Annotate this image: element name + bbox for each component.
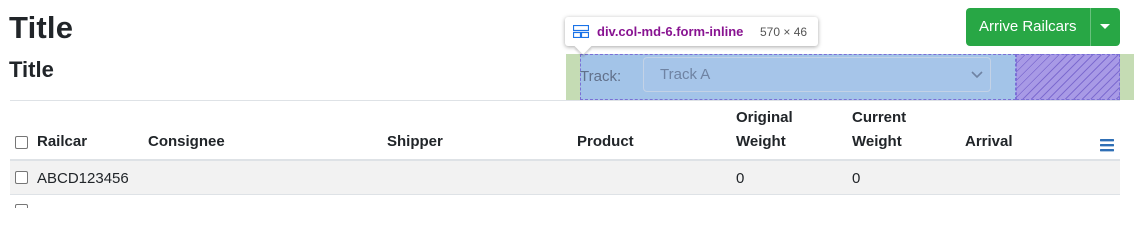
column-header-product[interactable]: Product (577, 130, 634, 154)
column-header-original-weight-line1[interactable]: Original (736, 106, 793, 130)
row-select-checkbox[interactable] (15, 171, 28, 184)
table-row-clipped[interactable] (10, 196, 1120, 208)
caret-down-icon (1100, 24, 1110, 29)
grid-icon (573, 25, 589, 38)
highlight-padding-box (1016, 54, 1120, 100)
column-header-current-weight-line2[interactable]: Weight (852, 130, 902, 154)
table-row[interactable]: ABCD123456 0 0 (10, 161, 1120, 195)
track-select[interactable]: Track A (643, 57, 991, 92)
row-select-checkbox[interactable] (15, 204, 28, 208)
select-all-checkbox[interactable] (15, 136, 28, 149)
column-header-original-weight-line2[interactable]: Weight (736, 130, 786, 154)
tooltip-arrow (574, 37, 592, 55)
column-header-arrival[interactable]: Arrival (965, 130, 1013, 154)
hamburger-menu-icon[interactable] (1099, 137, 1115, 153)
track-select-value: Track A (660, 66, 711, 83)
scrollbar[interactable] (1120, 0, 1146, 208)
tooltip-size: 570 × 46 (760, 25, 808, 39)
track-label: Track: (580, 68, 622, 85)
tooltip-selector: div.col-md-6.form-inline (597, 24, 744, 39)
cell-original-weight: 0 (736, 170, 745, 187)
chevron-down-icon (971, 71, 983, 79)
cell-railcar: ABCD123456 (37, 170, 129, 187)
cell-current-weight: 0 (852, 170, 861, 187)
page-title: Title (9, 10, 74, 45)
header-divider (10, 100, 1120, 101)
column-header-consignee[interactable]: Consignee (148, 130, 225, 154)
page-subtitle: Title (9, 57, 54, 82)
arrive-railcars-button[interactable]: Arrive Railcars (979, 18, 1077, 35)
column-header-current-weight-line1[interactable]: Current (852, 106, 906, 130)
highlight-margin-left (566, 54, 580, 100)
column-header-railcar[interactable]: Railcar (37, 130, 87, 154)
arrive-dropdown-toggle[interactable] (1090, 8, 1120, 46)
arrive-railcars-button-group: Arrive Railcars (966, 8, 1120, 46)
devtools-tooltip: div.col-md-6.form-inline 570 × 46 (565, 17, 818, 55)
highlight-margin-right (1120, 54, 1134, 100)
column-header-shipper[interactable]: Shipper (387, 130, 443, 154)
